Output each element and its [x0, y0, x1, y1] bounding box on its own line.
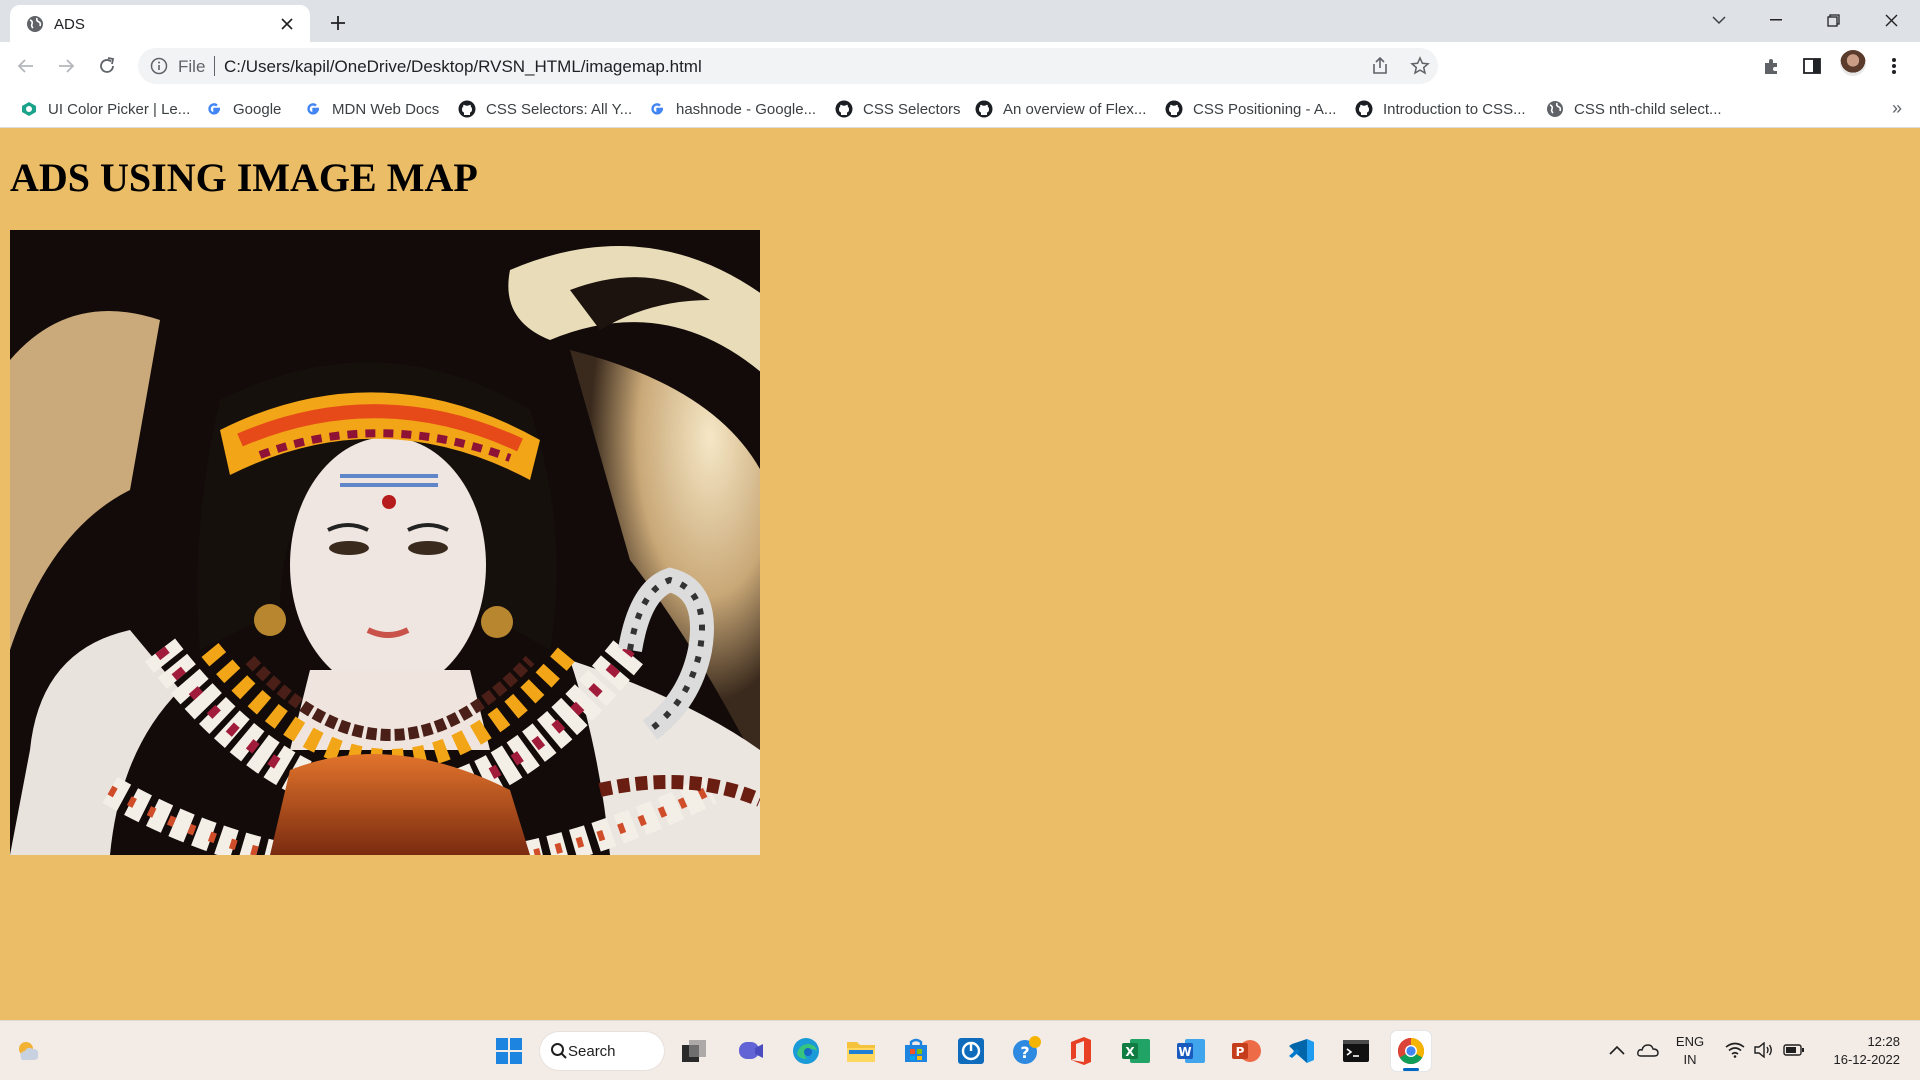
bookmark-css-selectors-all[interactable]: CSS Selectors: All Y...	[458, 98, 632, 120]
svg-text:?: ?	[1020, 1043, 1029, 1062]
bookmark-label: CSS Selectors: All Y...	[486, 100, 633, 118]
address-bar[interactable]: File C:/Users/kapil/OneDrive/Desktop/RVS…	[138, 48, 1438, 84]
bookmark-flexbox-overview[interactable]: An overview of Flex...	[975, 98, 1146, 120]
volume-icon[interactable]	[1753, 1039, 1775, 1061]
bookmark-label: MDN Web Docs	[332, 100, 440, 118]
edge-browser-icon[interactable]	[786, 1031, 826, 1071]
search-icon	[551, 1043, 567, 1059]
google-icon	[648, 100, 666, 118]
system-clock[interactable]: 12:28 16-12-2022	[1820, 1033, 1901, 1069]
bookmark-label: Introduction to CSS...	[1383, 100, 1526, 118]
profile-avatar[interactable]	[1840, 50, 1866, 76]
chevron-up-icon[interactable]	[1606, 1039, 1628, 1061]
tab-strip: ADS	[0, 0, 1920, 42]
bookmark-css-nth-child[interactable]: CSS nth-child select...	[1546, 98, 1722, 120]
page-content: ADS USING IMAGE MAP	[0, 128, 1920, 1020]
bookmark-label: UI Color Picker | Le...	[48, 100, 191, 118]
input-language-indicator[interactable]: ENG IN	[1672, 1033, 1708, 1069]
search-label: Search	[568, 1042, 616, 1060]
battery-icon[interactable]	[1783, 1039, 1805, 1061]
vscode-icon[interactable]	[1281, 1031, 1321, 1071]
bookmarks-bar: UI Color Picker | Le... Google MDN Web D…	[0, 90, 1920, 128]
ui-color-picker-icon	[20, 100, 38, 118]
share-icon[interactable]	[1370, 56, 1390, 76]
remote-desktop-icon[interactable]	[951, 1031, 991, 1071]
excel-icon[interactable]: X	[1116, 1031, 1156, 1071]
chrome-icon[interactable]	[1391, 1031, 1431, 1071]
bookmarks-overflow-button[interactable]: »	[1892, 98, 1902, 119]
bookmark-label: An overview of Flex...	[1003, 100, 1147, 118]
deity-statue-illustration	[10, 230, 760, 855]
scheme-separator	[214, 56, 215, 76]
close-tab-icon[interactable]	[276, 13, 298, 35]
tab-title: ADS	[54, 16, 85, 33]
bookmark-label: CSS Selectors	[863, 100, 961, 118]
svg-text:P: P	[1236, 1045, 1245, 1059]
globe-icon	[1546, 100, 1564, 118]
github-icon	[835, 100, 853, 118]
terminal-icon[interactable]	[1336, 1031, 1376, 1071]
github-icon	[458, 100, 476, 118]
wifi-icon[interactable]	[1724, 1039, 1746, 1061]
new-tab-button[interactable]	[324, 9, 352, 37]
help-icon[interactable]: ?	[1006, 1031, 1046, 1071]
office-icon[interactable]	[1061, 1031, 1101, 1071]
close-window-icon[interactable]	[1868, 4, 1914, 36]
bookmark-label: CSS Positioning - A...	[1193, 100, 1337, 118]
taskbar-search[interactable]: Search	[540, 1032, 664, 1070]
onedrive-icon[interactable]	[1637, 1039, 1659, 1061]
google-icon	[205, 100, 223, 118]
ad-image-map[interactable]	[10, 230, 760, 855]
restore-icon[interactable]	[1810, 4, 1856, 36]
bookmark-label: CSS nth-child select...	[1574, 100, 1722, 118]
windows-taskbar: Search ? X W P ENG IN 12:28 16-12-2022	[0, 1020, 1920, 1080]
word-icon[interactable]: W	[1171, 1031, 1211, 1071]
bookmark-google[interactable]: Google	[205, 98, 281, 120]
clock-date: 16-12-2022	[1833, 1052, 1901, 1067]
bookmark-mdn-web-docs[interactable]: MDN Web Docs	[304, 98, 439, 120]
clock-time: 12:28	[1867, 1034, 1900, 1049]
url-text[interactable]: C:/Users/kapil/OneDrive/Desktop/RVSN_HTM…	[224, 57, 702, 77]
scheme-label: File	[178, 57, 206, 76]
back-icon[interactable]	[10, 50, 42, 82]
more-menu-icon[interactable]	[1880, 52, 1908, 80]
reload-icon[interactable]	[91, 50, 123, 82]
github-icon	[1165, 100, 1183, 118]
weather-widget-icon[interactable]	[8, 1031, 48, 1071]
github-icon	[1355, 100, 1373, 118]
svg-text:X: X	[1125, 1045, 1135, 1059]
site-info-icon[interactable]	[150, 57, 168, 75]
bookmark-css-selectors[interactable]: CSS Selectors	[835, 98, 961, 120]
task-view-icon[interactable]	[674, 1031, 714, 1071]
browser-toolbar: File C:/Users/kapil/OneDrive/Desktop/RVS…	[0, 42, 1920, 90]
language-code: ENG	[1675, 1034, 1705, 1049]
globe-icon	[26, 15, 44, 33]
forward-icon[interactable]	[50, 50, 82, 82]
bookmark-css-positioning[interactable]: CSS Positioning - A...	[1165, 98, 1336, 120]
github-icon	[975, 100, 993, 118]
extensions-icon[interactable]	[1758, 52, 1786, 80]
bookmark-intro-css[interactable]: Introduction to CSS...	[1355, 98, 1526, 120]
minimize-icon[interactable]	[1753, 4, 1799, 36]
side-panel-icon[interactable]	[1798, 52, 1826, 80]
page-heading: ADS USING IMAGE MAP	[10, 155, 478, 200]
powerpoint-icon[interactable]: P	[1226, 1031, 1266, 1071]
windows-start-icon[interactable]	[489, 1031, 529, 1071]
microsoft-store-icon[interactable]	[896, 1031, 936, 1071]
tab-search-icon[interactable]	[1696, 4, 1742, 36]
bookmark-ui-color-picker[interactable]: UI Color Picker | Le...	[20, 98, 190, 120]
bookmark-label: Google	[233, 100, 282, 118]
teams-chat-icon[interactable]	[731, 1031, 771, 1071]
bookmark-hashnode[interactable]: hashnode - Google...	[648, 98, 816, 120]
file-explorer-icon[interactable]	[841, 1031, 881, 1071]
google-icon	[304, 100, 322, 118]
bookmark-star-icon[interactable]	[1410, 56, 1430, 76]
tab-ads[interactable]: ADS	[10, 5, 310, 42]
language-region: IN	[1683, 1052, 1697, 1067]
bookmark-label: hashnode - Google...	[676, 100, 817, 118]
svg-text:W: W	[1178, 1045, 1191, 1059]
